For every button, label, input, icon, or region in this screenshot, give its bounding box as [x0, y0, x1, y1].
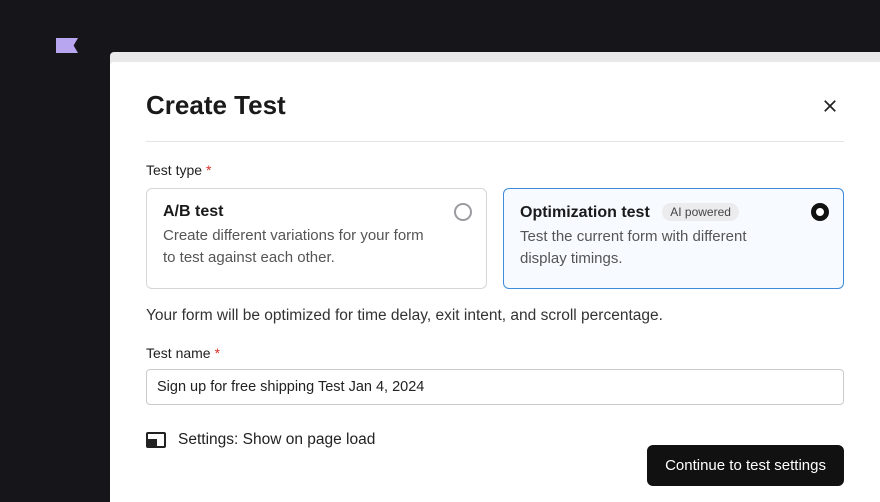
optimization-info-text: Your form will be optimized for time del…: [146, 307, 844, 325]
required-asterisk: *: [215, 345, 220, 361]
option-ab-test[interactable]: A/B test Create different variations for…: [146, 188, 487, 289]
divider: [146, 141, 844, 142]
option-opt-desc: Test the current form with different dis…: [520, 226, 793, 270]
test-name-input[interactable]: [146, 369, 844, 405]
settings-summary-text: Settings: Show on page load: [178, 431, 375, 449]
option-ab-title: A/B test: [163, 203, 223, 220]
test-name-label: Test name*: [146, 345, 844, 361]
brand-flag-icon: [56, 38, 78, 53]
display-settings-icon: [146, 432, 166, 448]
required-asterisk: *: [206, 162, 211, 178]
radio-selected-icon: [811, 203, 829, 221]
test-type-options: A/B test Create different variations for…: [146, 188, 844, 289]
modal-title: Create Test: [146, 90, 286, 121]
option-optimization-test[interactable]: Optimization test AI powered Test the cu…: [503, 188, 844, 289]
close-button[interactable]: [816, 92, 844, 120]
test-type-label: Test type*: [146, 162, 844, 178]
option-opt-title: Optimization test: [520, 204, 650, 221]
continue-button[interactable]: Continue to test settings: [647, 445, 844, 486]
option-ab-desc: Create different variations for your for…: [163, 225, 436, 269]
create-test-modal: Create Test Test type* A/B test Create d…: [110, 62, 880, 502]
radio-unselected-icon: [454, 203, 472, 221]
close-icon: [821, 97, 839, 115]
ai-powered-badge: AI powered: [662, 203, 739, 221]
